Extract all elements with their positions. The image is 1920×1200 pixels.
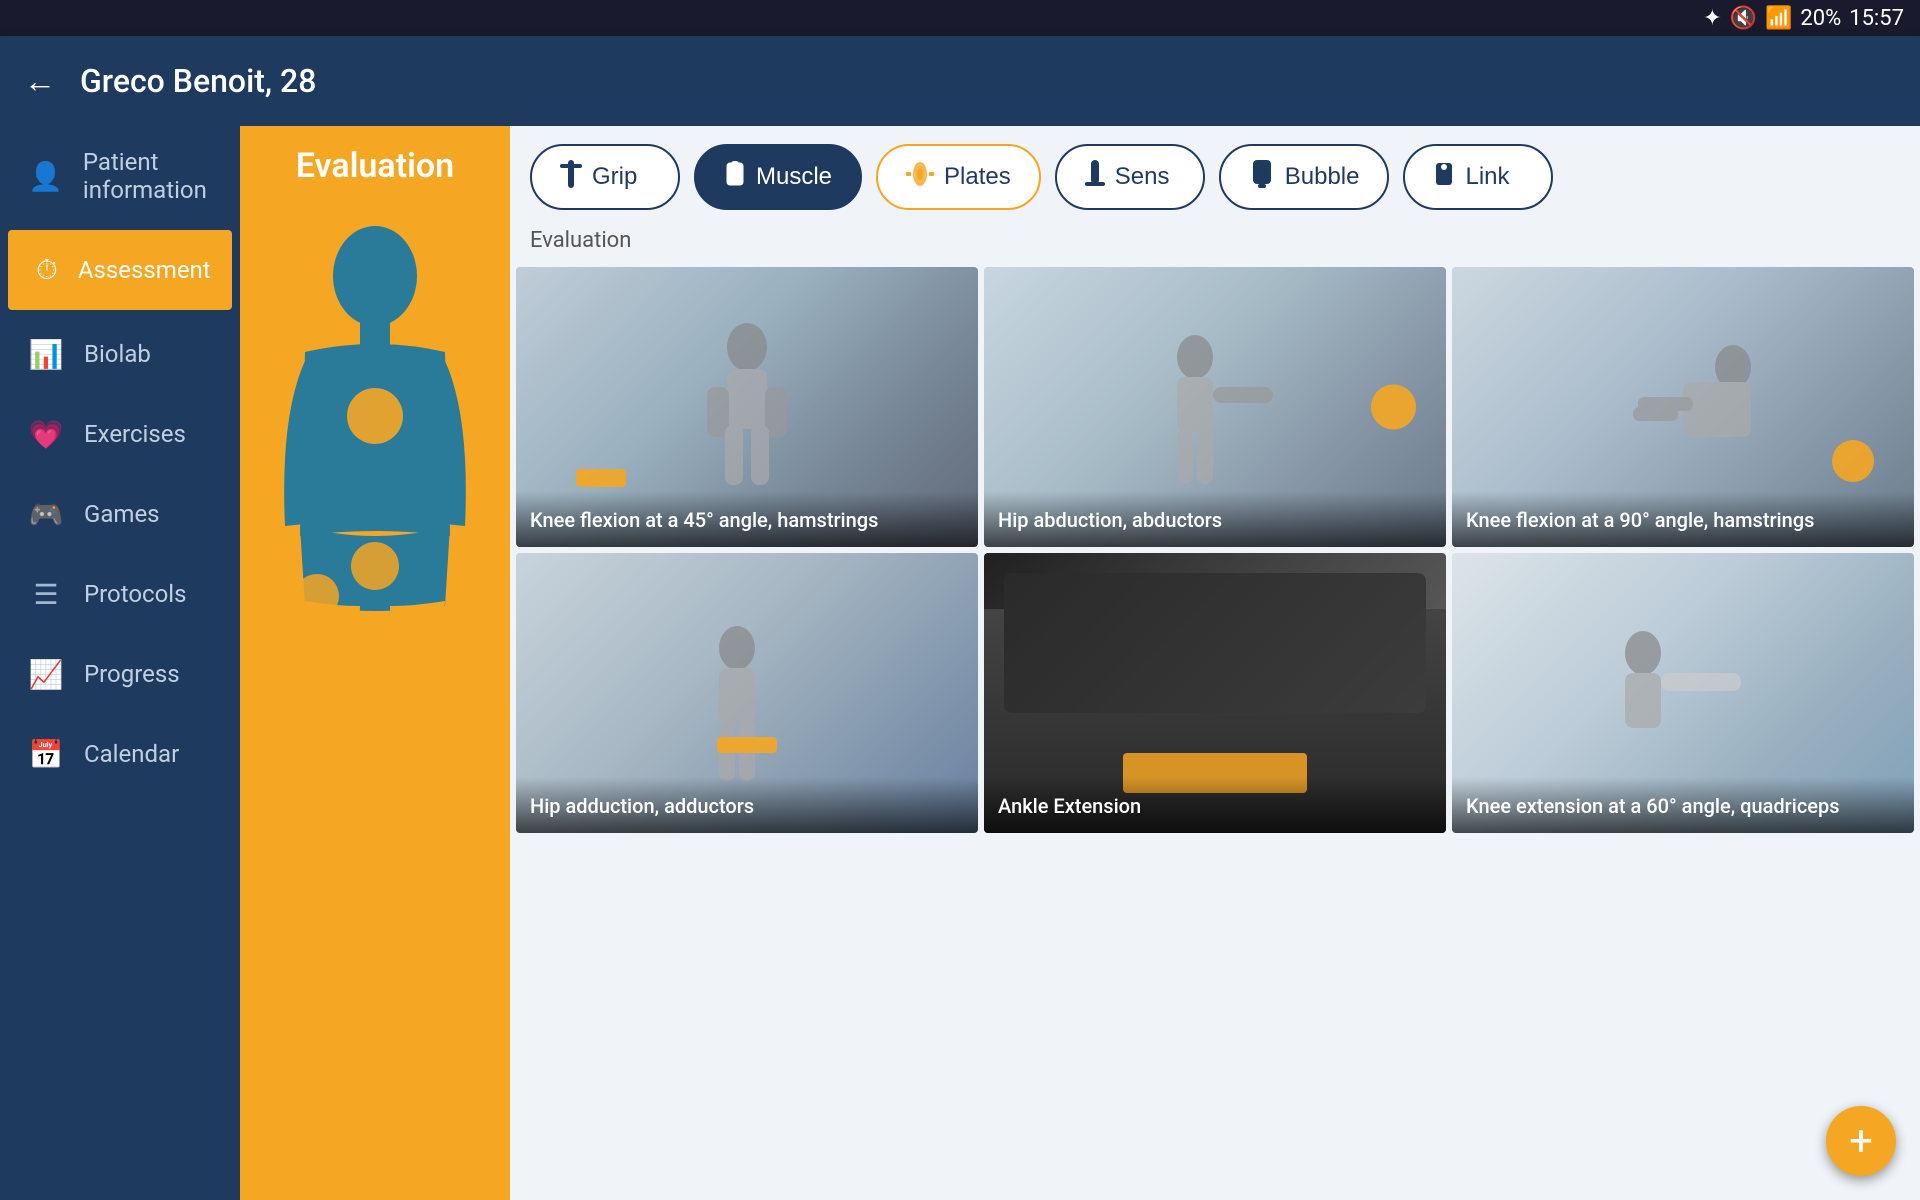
exercise-label-5: Ankle Extension (984, 777, 1446, 833)
muscle-icon (724, 161, 746, 193)
plates-button[interactable]: Plates (876, 144, 1041, 210)
sidebar-label-progress: Progress (84, 660, 180, 688)
progress-icon: 📈 (28, 656, 64, 692)
sens-icon (1085, 160, 1105, 194)
sidebar-label-protocols: Protocols (84, 580, 187, 608)
body-figure[interactable] (265, 206, 485, 1200)
sidebar: 👤 Patient information ⏱ Assessment 📊 Bio… (0, 126, 240, 1200)
sidebar-item-protocols[interactable]: ☰ Protocols (0, 554, 240, 634)
exercise-label-4: Hip adduction, adductors (516, 777, 978, 833)
sens-label: Sens (1115, 163, 1170, 191)
bubble-label: Bubble (1285, 163, 1360, 191)
plates-label: Plates (944, 163, 1011, 191)
exercise-grid: Knee flexion at a 45° angle, hamstrings … (510, 267, 1920, 839)
grip-label: Grip (592, 163, 637, 191)
exercises-icon: 💗 (28, 416, 64, 452)
sidebar-label-calendar: Calendar (84, 740, 179, 768)
sidebar-label-biolab: Biolab (84, 340, 151, 368)
patient-icon: 👤 (28, 158, 63, 194)
top-nav: ← Greco Benoit, 28 (0, 36, 1920, 126)
main-content: Grip Muscle Plates Sens (510, 126, 1920, 1200)
mute-icon: 🔇 (1730, 6, 1757, 31)
muscle-button[interactable]: Muscle (694, 144, 862, 210)
exercise-card-2[interactable]: Hip abduction, abductors (984, 267, 1446, 547)
sidebar-item-exercises[interactable]: 💗 Exercises (0, 394, 240, 474)
sidebar-label-assessment: Assessment (78, 256, 211, 284)
exercise-card-4[interactable]: Hip adduction, adductors (516, 553, 978, 833)
patient-name: Greco Benoit, 28 (80, 62, 316, 100)
sidebar-item-assessment[interactable]: ⏱ Assessment (8, 230, 232, 310)
fab-icon: + (1849, 1117, 1873, 1166)
sidebar-label-patient: Patient information (83, 148, 212, 204)
status-bar: ✦ 🔇 📶 20% 15:57 (0, 0, 1920, 36)
sidebar-item-calendar[interactable]: 📅 Calendar (0, 714, 240, 794)
left-panel: Evaluation (240, 126, 510, 1200)
section-label: Evaluation (510, 220, 1920, 267)
grip-icon (560, 160, 582, 194)
plates-icon (906, 160, 934, 194)
protocols-icon: ☰ (28, 576, 64, 612)
biolab-icon: 📊 (28, 336, 64, 372)
back-button[interactable]: ← (24, 62, 56, 100)
evaluation-title: Evaluation (276, 126, 474, 206)
exercise-card-6[interactable]: Knee extension at a 60° angle, quadricep… (1452, 553, 1914, 833)
exercise-label-3: Knee flexion at a 90° angle, hamstrings (1452, 491, 1914, 547)
sidebar-item-games[interactable]: 🎮 Games (0, 474, 240, 554)
sidebar-item-progress[interactable]: 📈 Progress (0, 634, 240, 714)
sidebar-item-biolab[interactable]: 📊 Biolab (0, 314, 240, 394)
exercise-card-1[interactable]: Knee flexion at a 45° angle, hamstrings (516, 267, 978, 547)
link-label: Link (1465, 163, 1509, 191)
link-button[interactable]: Link (1403, 144, 1553, 210)
body-svg (265, 216, 485, 916)
battery-level: 20% (1800, 6, 1841, 31)
exercise-card-3[interactable]: Knee flexion at a 90° angle, hamstrings (1452, 267, 1914, 547)
bubble-icon (1249, 160, 1275, 194)
fab-add-button[interactable]: + (1826, 1106, 1896, 1176)
sens-button[interactable]: Sens (1055, 144, 1205, 210)
bluetooth-icon: ✦ (1703, 6, 1721, 31)
sidebar-label-games: Games (84, 500, 160, 528)
muscle-label: Muscle (756, 163, 832, 191)
tools-bar: Grip Muscle Plates Sens (510, 126, 1920, 220)
clock: 15:57 (1849, 6, 1904, 31)
sidebar-label-exercises: Exercises (84, 420, 186, 448)
grip-button[interactable]: Grip (530, 144, 680, 210)
assessment-icon: ⏱ (36, 252, 58, 288)
exercise-label-1: Knee flexion at a 45° angle, hamstrings (516, 491, 978, 547)
sidebar-item-patient-info[interactable]: 👤 Patient information (0, 126, 240, 226)
games-icon: 🎮 (28, 496, 64, 532)
bubble-button[interactable]: Bubble (1219, 144, 1390, 210)
exercise-card-5[interactable]: Ankle Extension (984, 553, 1446, 833)
exercise-label-6: Knee extension at a 60° angle, quadricep… (1452, 777, 1914, 833)
calendar-icon: 📅 (28, 736, 64, 772)
exercise-label-2: Hip abduction, abductors (984, 491, 1446, 547)
link-icon (1433, 161, 1455, 193)
wifi-icon: 📶 (1765, 6, 1792, 31)
